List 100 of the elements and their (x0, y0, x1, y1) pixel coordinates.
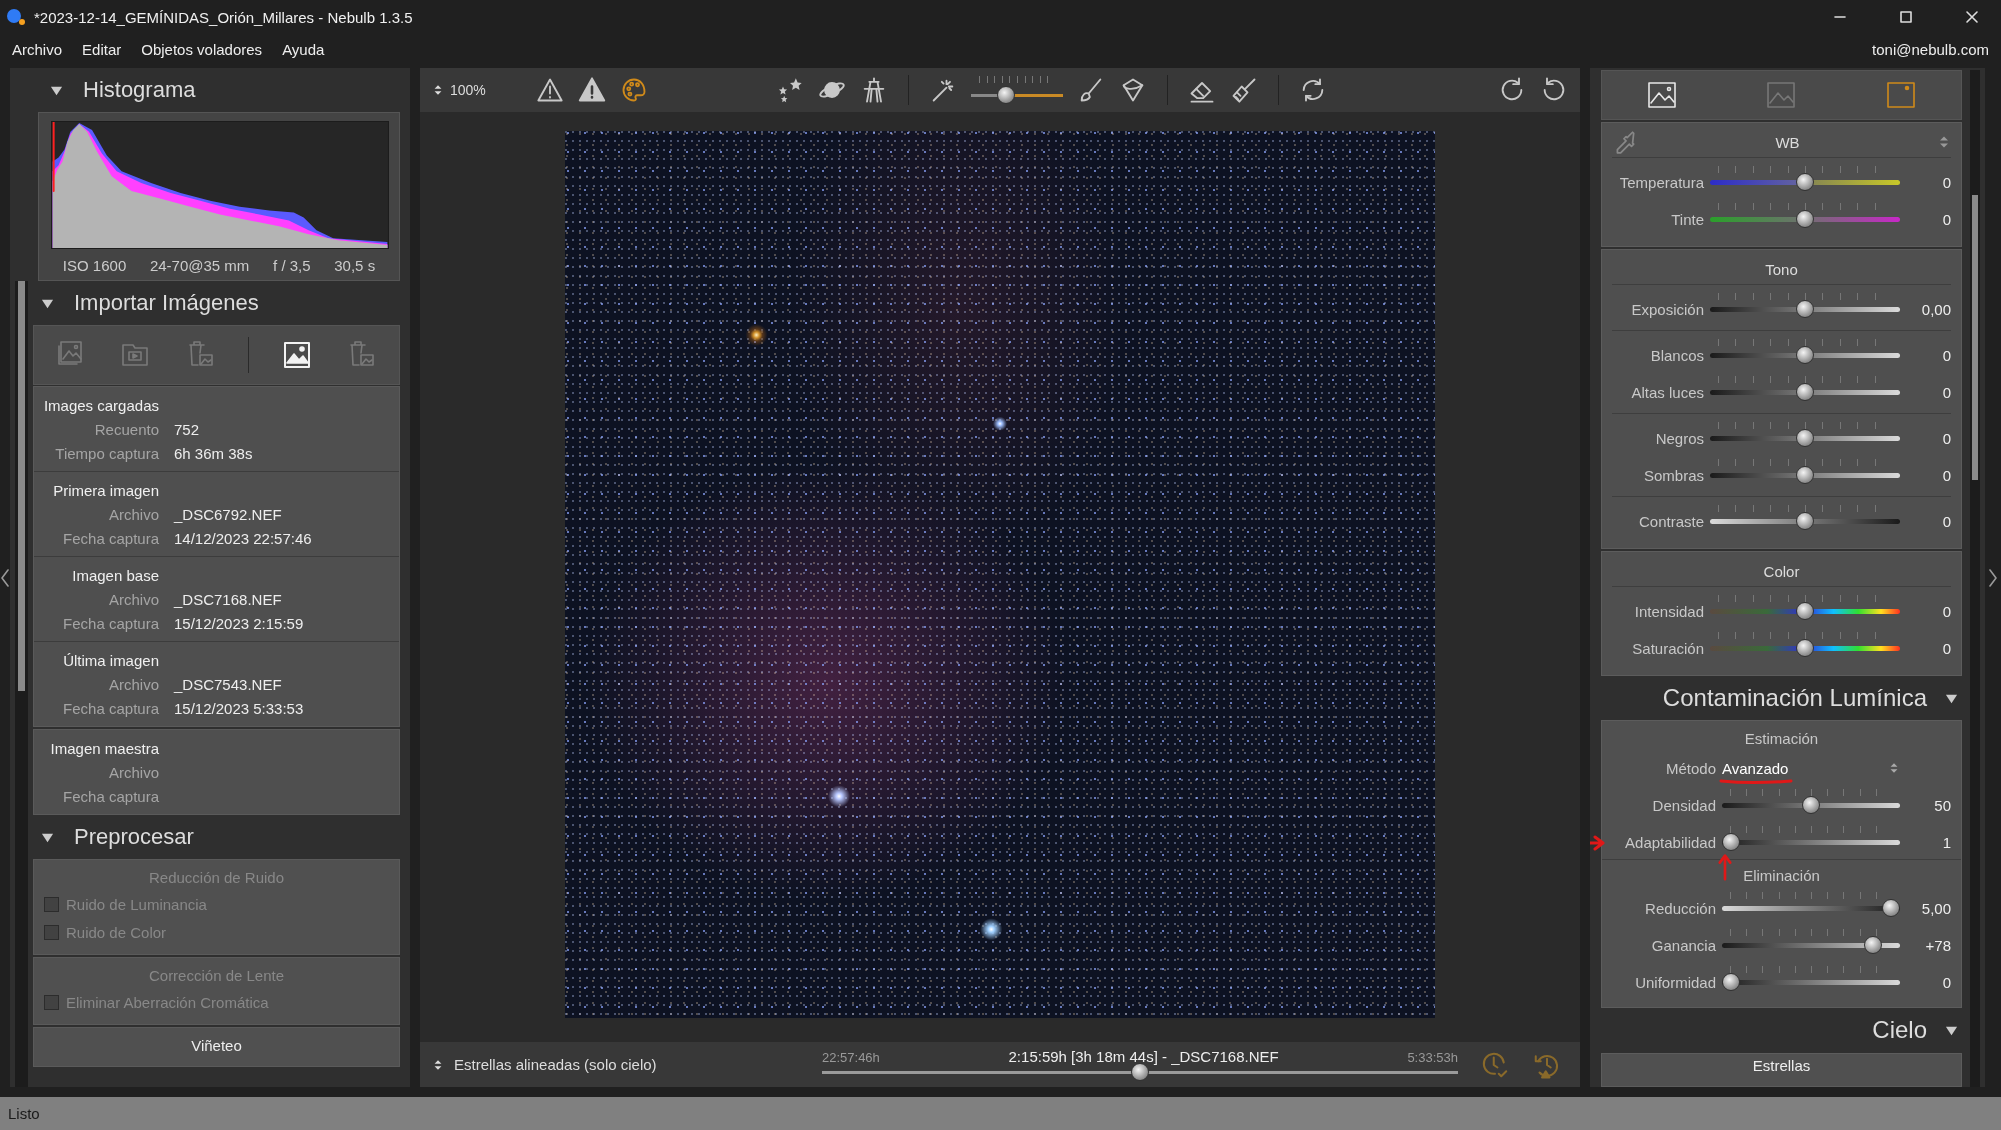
toolbar-button[interactable] (1230, 76, 1258, 104)
slider-track[interactable] (1710, 602, 1900, 620)
panel-tab[interactable] (1645, 79, 1678, 111)
slider-label: Negros (1654, 430, 1704, 447)
field-value: 15/12/2023 2:15:59 (174, 614, 305, 632)
slider-track[interactable] (1710, 466, 1900, 484)
slider-thumb[interactable] (1796, 383, 1814, 401)
slider-value: 0 (1941, 174, 1951, 191)
slider-label: Intensidad (1633, 603, 1704, 620)
scrollbar[interactable] (1970, 70, 1980, 1087)
field-value: 14/12/2023 22:57:46 (174, 529, 313, 547)
timeline-current: 2:15:59h [3h 18m 44s] - _DSC7168.NEF (1008, 1048, 1279, 1065)
slider-track[interactable] (1710, 300, 1900, 318)
slider-track[interactable] (1710, 346, 1900, 364)
group-title: Imagen maestra (49, 739, 159, 757)
group-title: Images cargadas (42, 396, 159, 414)
field-label: Fecha captura (62, 787, 159, 805)
slider-label: Uniformidad (1634, 974, 1716, 992)
slider-thumb[interactable] (1796, 300, 1814, 318)
slider-value: 0 (1941, 974, 1951, 992)
group-title: Imagen base (71, 566, 159, 584)
slider-label: Ganancia (1650, 937, 1716, 955)
close-icon[interactable] (1965, 10, 1979, 24)
scrollbar-thumb[interactable] (18, 281, 25, 691)
slider-track[interactable] (1722, 973, 1900, 992)
field-label: Archivo (107, 675, 159, 693)
group-title: Primera imagen (52, 481, 159, 499)
menu-item[interactable]: Objetos voladores (141, 40, 263, 58)
slider-thumb[interactable] (1796, 466, 1814, 484)
field-value: _DSC6792.NEF (174, 505, 283, 523)
slider-thumb[interactable] (1796, 210, 1814, 228)
scrollbar-thumb[interactable] (1972, 195, 1978, 480)
exif-value: 30,5 s (334, 257, 376, 274)
group-title: Tono (1764, 260, 1799, 278)
slider-thumb[interactable] (1864, 936, 1883, 955)
field-value: 15/12/2023 5:33:53 (174, 699, 305, 717)
slider-thumb[interactable] (1802, 796, 1820, 815)
slider-label: Densidad (1651, 797, 1716, 815)
view-mode-selector[interactable]: Estrellas alineadas (solo cielo) (454, 1056, 657, 1073)
slider-value: 0 (1941, 211, 1951, 228)
slider-track[interactable] (1710, 210, 1900, 228)
zoom-level[interactable]: 100% (450, 82, 486, 98)
slider-track[interactable] (1722, 796, 1900, 815)
chevron-left-icon[interactable] (1, 568, 9, 587)
field-label: Archivo (107, 590, 159, 608)
slider-thumb[interactable] (1722, 833, 1740, 852)
brush-size-slider[interactable] (971, 86, 1063, 104)
broom-icon (1230, 76, 1258, 104)
slider-thumb[interactable] (1796, 602, 1814, 620)
field-value: _DSC7168.NEF (174, 590, 283, 608)
app-logo-icon (6, 8, 26, 26)
menu-item[interactable]: Editar (82, 40, 122, 58)
slider-label: Saturación (1631, 640, 1704, 657)
slider-track[interactable] (1722, 936, 1900, 955)
timeline-start: 22:57:46h (822, 1050, 880, 1065)
exif-value: f / 3,5 (273, 257, 311, 274)
menu-item[interactable]: Archivo (12, 40, 63, 58)
slider-thumb[interactable] (1131, 1063, 1149, 1081)
up-down-arrows-icon[interactable] (432, 83, 444, 97)
slider-track[interactable] (1710, 639, 1900, 657)
user-account-link[interactable]: toni@nebulb.com (1872, 40, 1989, 58)
slider-track[interactable] (1710, 383, 1900, 401)
slider-thumb[interactable] (996, 86, 1015, 104)
group-title: WB (1774, 133, 1801, 151)
slider-label: Sombras (1642, 467, 1704, 484)
slider-thumb[interactable] (1722, 973, 1740, 992)
slider-track[interactable] (1710, 173, 1900, 191)
slider-label: Contraste (1637, 513, 1704, 530)
toolbar-button[interactable] (776, 76, 804, 104)
field-label: Archivo (107, 505, 159, 523)
slider-thumb[interactable] (1796, 429, 1814, 447)
slider-thumb[interactable] (1796, 512, 1814, 530)
menu-item[interactable]: Ayuda (282, 40, 325, 58)
toolbar-button[interactable] (578, 76, 606, 104)
toolbar-button[interactable] (620, 76, 648, 104)
palette-icon (620, 76, 648, 104)
method-dropdown[interactable]: Avanzado (1722, 756, 1912, 781)
slider-track[interactable] (1710, 512, 1900, 530)
scrollbar[interactable] (15, 281, 28, 1087)
exif-value: 24-70@35 mm (149, 257, 250, 274)
chevron-right-icon[interactable] (1989, 568, 1997, 587)
field-value: 752 (174, 420, 201, 438)
timeline-slider[interactable] (822, 1063, 1458, 1081)
slider-label: Temperatura (1618, 174, 1704, 191)
maximize-icon[interactable] (1899, 10, 1913, 24)
slider-label: Reducción (1644, 900, 1716, 918)
slider-thumb[interactable] (1796, 346, 1814, 364)
slider-track[interactable] (1722, 833, 1900, 852)
slider-thumb[interactable] (1796, 173, 1814, 191)
slider-thumb[interactable] (1882, 899, 1900, 918)
slider-track[interactable] (1722, 899, 1900, 918)
group-title: Última imagen (62, 651, 159, 669)
frame-icon (1885, 79, 1918, 111)
slider-thumb[interactable] (1796, 639, 1814, 657)
exif-value: ISO 1600 (62, 257, 127, 274)
warning-icon (536, 76, 564, 104)
import-tool-button[interactable] (281, 339, 313, 371)
field-label: Fecha captura (62, 699, 159, 717)
toolbar-button[interactable] (536, 76, 564, 104)
slider-track[interactable] (1710, 429, 1900, 447)
